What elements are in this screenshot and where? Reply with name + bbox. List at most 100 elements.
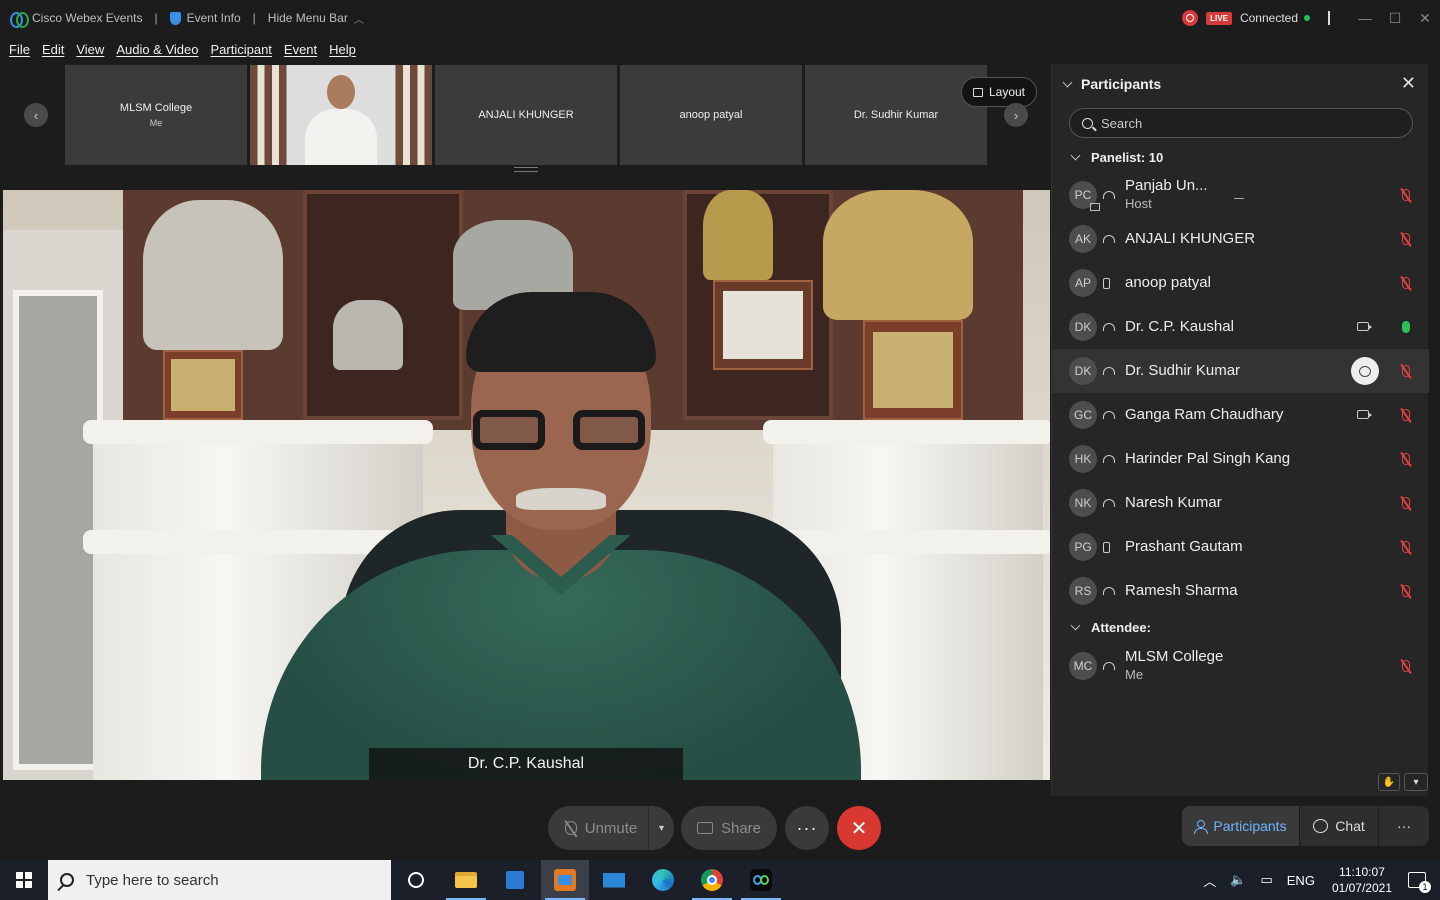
participant-row[interactable]: PC Panjab Un... Host	[1052, 173, 1429, 217]
thumbnail-name: Dr. Sudhir Kumar	[853, 109, 939, 121]
participant-row[interactable]: MC MLSM College Me	[1052, 644, 1429, 688]
avatar: AP	[1069, 269, 1097, 297]
mic-muted-icon[interactable]	[1402, 453, 1410, 465]
thumbnail-tile[interactable]: Dr. Sudhir Kumar	[805, 65, 987, 165]
participant-row[interactable]: NK Naresh Kumar	[1052, 481, 1429, 525]
folder-icon	[455, 872, 477, 888]
maximize-button[interactable]: ☐	[1380, 10, 1410, 27]
clock[interactable]: 11:10:07 01/07/2021	[1332, 864, 1392, 896]
taskbar-search-input[interactable]	[86, 871, 366, 889]
raise-hand-button[interactable]: ✋	[1378, 773, 1400, 791]
close-window-button[interactable]: ✕	[1410, 10, 1440, 27]
store-button[interactable]	[491, 860, 539, 900]
menu-file[interactable]: File	[9, 42, 30, 57]
headset-icon	[1103, 662, 1115, 670]
more-panels-button[interactable]: ···	[1379, 806, 1429, 846]
layout-button[interactable]: Layout	[961, 77, 1037, 107]
thumbnail-strip: ‹ MLSM College Me ANJALI KHUNGER anoop p…	[0, 64, 1050, 166]
chat-bubble-button[interactable]	[1351, 357, 1379, 385]
phone-icon	[1103, 541, 1110, 553]
mic-muted-icon[interactable]	[1402, 233, 1410, 245]
participant-row[interactable]: DK Dr. Sudhir Kumar	[1052, 349, 1429, 393]
participant-row[interactable]: PG Prashant Gautam	[1052, 525, 1429, 569]
thumbnails-prev-button[interactable]: ‹	[24, 103, 48, 127]
menu-event[interactable]: Event	[284, 42, 317, 57]
cortana-button[interactable]	[392, 860, 440, 900]
remote-desktop-icon	[554, 869, 576, 891]
headset-icon	[1103, 411, 1115, 419]
thumbnail-tile[interactable]: ANJALI KHUNGER	[435, 65, 617, 165]
participant-name: Prashant Gautam	[1125, 538, 1243, 555]
remote-app-button[interactable]	[541, 860, 589, 900]
participants-tab[interactable]: Participants	[1182, 806, 1299, 846]
network-icon[interactable]: ▭	[1260, 872, 1272, 888]
thumbnail-video-tile[interactable]	[250, 65, 432, 165]
more-options-button[interactable]: ···	[785, 806, 829, 850]
mic-muted-icon[interactable]	[1402, 660, 1410, 672]
store-icon	[506, 871, 524, 889]
participant-row[interactable]: DK Dr. C.P. Kaushal	[1052, 305, 1429, 349]
camera-icon	[1357, 410, 1372, 419]
mic-muted-icon[interactable]	[1402, 189, 1410, 201]
notification-center-button[interactable]: 1	[1408, 872, 1431, 893]
panel-title: Participants	[1081, 76, 1162, 92]
mic-muted-icon[interactable]	[1402, 497, 1410, 509]
leave-meeting-button[interactable]: ✕	[837, 806, 881, 850]
participant-search	[1069, 108, 1413, 138]
thumbnail-tile[interactable]: MLSM College Me	[65, 65, 247, 165]
menu-help[interactable]: Help	[329, 42, 356, 57]
mic-muted-icon[interactable]	[1402, 409, 1410, 421]
participant-row[interactable]: RS Ramesh Sharma	[1052, 569, 1429, 613]
clock-time: 11:10:07	[1339, 865, 1385, 879]
menu-audio-video[interactable]: Audio & Video	[116, 42, 198, 57]
mic-muted-icon[interactable]	[1402, 365, 1410, 377]
webex-taskbar-button[interactable]	[737, 860, 785, 900]
mic-muted-icon[interactable]	[1402, 277, 1410, 289]
mail-icon	[603, 872, 625, 888]
chevron-up-icon[interactable]: ︿	[354, 11, 364, 26]
announce-button[interactable]: ▾	[1404, 773, 1428, 791]
close-panel-button[interactable]: ✕	[1401, 73, 1416, 94]
headset-icon	[1103, 587, 1115, 595]
edge-button[interactable]	[639, 860, 687, 900]
participant-role: Host	[1125, 196, 1152, 211]
file-explorer-button[interactable]	[442, 860, 490, 900]
mic-on-icon[interactable]	[1402, 321, 1410, 333]
attendee-section-header[interactable]: Attendee:	[1070, 620, 1151, 635]
headset-icon	[1103, 323, 1115, 331]
thumbnail-tile[interactable]: anoop patyal	[620, 65, 802, 165]
unmute-button[interactable]: Unmute	[548, 806, 654, 850]
resize-handle[interactable]	[514, 167, 538, 172]
participant-row[interactable]: GC Ganga Ram Chaudhary	[1052, 393, 1429, 437]
chrome-button[interactable]	[688, 860, 736, 900]
participant-name: MLSM College	[1125, 648, 1224, 665]
participant-name: ANJALI KHUNGER	[1125, 230, 1256, 247]
thumbnails-next-button[interactable]: ›	[1004, 103, 1028, 127]
participant-row[interactable]: HK Harinder Pal Singh Kang	[1052, 437, 1429, 481]
participant-row[interactable]: AK ANJALI KHUNGER	[1052, 217, 1429, 261]
unmute-label: Unmute	[584, 819, 638, 837]
volume-icon[interactable]: 🔈	[1230, 872, 1246, 888]
mic-muted-icon[interactable]	[1402, 541, 1410, 553]
chat-tab[interactable]: Chat	[1300, 806, 1378, 846]
search-input[interactable]	[1101, 115, 1381, 131]
language-indicator[interactable]: ENG	[1287, 873, 1315, 888]
minimize-button[interactable]: —	[1350, 10, 1380, 26]
mic-muted-icon[interactable]	[1402, 585, 1410, 597]
recording-icon[interactable]	[1182, 10, 1199, 26]
start-button[interactable]	[0, 860, 48, 900]
avatar: DK	[1069, 357, 1097, 385]
menu-view[interactable]: View	[76, 42, 104, 57]
event-info-button[interactable]: Event Info	[187, 11, 241, 25]
share-button[interactable]: Share	[681, 806, 777, 850]
mic-muted-icon	[564, 821, 577, 835]
panelist-section-header[interactable]: Panelist: 10	[1070, 150, 1163, 165]
chevron-down-icon[interactable]	[1062, 77, 1073, 87]
hide-menu-bar-button[interactable]: Hide Menu Bar	[268, 11, 348, 25]
menu-participant[interactable]: Participant	[210, 42, 271, 57]
layout-icon	[972, 87, 983, 97]
participant-row[interactable]: AP anoop patyal	[1052, 261, 1429, 305]
menu-edit[interactable]: Edit	[42, 42, 64, 57]
chevron-up-icon[interactable]: ︿	[1203, 871, 1216, 890]
mail-button[interactable]	[590, 860, 638, 900]
